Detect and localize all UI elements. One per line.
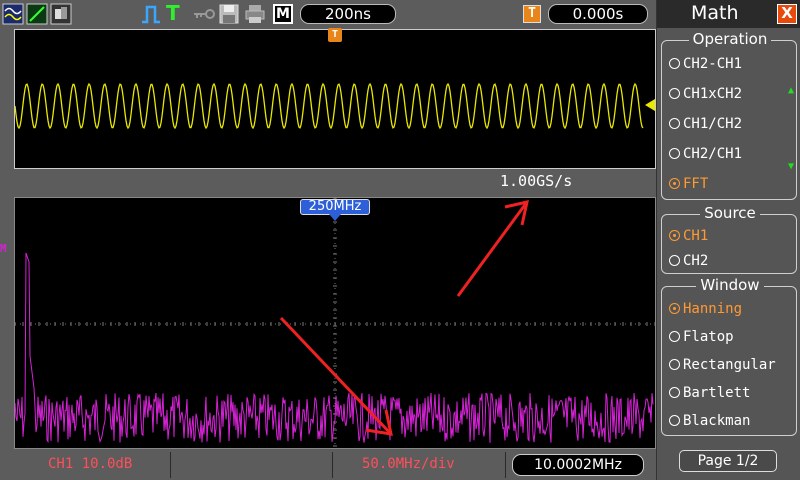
source-option-ch2[interactable]: CH2 bbox=[669, 253, 708, 269]
bottom-status-bar: CH1 10.0dB 50.0MHz/div 10.0002MHz bbox=[0, 450, 656, 480]
channel-scale-readout[interactable]: CH1 10.0dB bbox=[48, 456, 132, 472]
panel-header: Math X bbox=[657, 0, 800, 28]
operation-option-ch2-ch1[interactable]: CH2-CH1 bbox=[669, 56, 742, 72]
trigger-offset-readout[interactable]: 0.000s bbox=[548, 4, 648, 24]
acquire-mode-badge: M bbox=[273, 4, 293, 24]
trigger-position-icon: T bbox=[523, 5, 541, 23]
window-option-flatop[interactable]: Flatop bbox=[669, 329, 734, 345]
display-icon[interactable] bbox=[50, 3, 72, 25]
page-button[interactable]: Page 1/2 bbox=[679, 450, 777, 472]
waveform-menu-icon[interactable] bbox=[2, 3, 24, 25]
save-disk-icon[interactable] bbox=[218, 3, 240, 25]
source-group: Source CH1 CH2 bbox=[661, 204, 797, 274]
center-marker-icon bbox=[329, 214, 341, 221]
window-group-title: Window bbox=[696, 276, 764, 294]
trigger-t-icon: T bbox=[166, 1, 180, 25]
frequency-per-division-readout[interactable]: 50.0MHz/div bbox=[362, 456, 455, 472]
window-group: Window Hanning Flatop Rectangular Bartle… bbox=[661, 276, 797, 436]
ch1-level-marker[interactable] bbox=[645, 99, 655, 111]
window-option-hanning[interactable]: Hanning bbox=[669, 301, 742, 317]
panel-title: Math bbox=[691, 2, 739, 24]
fft-screen[interactable] bbox=[14, 197, 656, 449]
key-icon bbox=[194, 9, 215, 19]
timebase-readout[interactable]: 200ns bbox=[300, 4, 396, 24]
operation-option-ch1-div-ch2[interactable]: CH1/CH2 bbox=[669, 116, 742, 132]
fft-center-frequency-label[interactable]: 250MHz bbox=[300, 199, 370, 215]
operation-group-title: Operation bbox=[688, 30, 772, 48]
scroll-up-icon[interactable]: ▲ bbox=[788, 85, 794, 96]
window-option-blackman[interactable]: Blackman bbox=[669, 413, 750, 429]
window-option-bartlett[interactable]: Bartlett bbox=[669, 385, 750, 401]
operation-option-ch2-div-ch1[interactable]: CH2/CH1 bbox=[669, 146, 742, 162]
sample-rate-readout: 1.00GS/s bbox=[500, 172, 573, 190]
top-status-bar: T M 200ns T 0.000s bbox=[0, 0, 656, 28]
trigger-time-marker[interactable]: T bbox=[328, 28, 342, 42]
close-button[interactable]: X bbox=[777, 4, 797, 24]
pulse-trigger-icon bbox=[142, 5, 160, 24]
operation-option-ch1xch2[interactable]: CH1xCH2 bbox=[669, 86, 742, 102]
operation-option-fft[interactable]: FFT bbox=[669, 176, 708, 192]
source-group-title: Source bbox=[700, 204, 760, 222]
time-domain-screen[interactable] bbox=[14, 29, 656, 169]
window-option-rectangular[interactable]: Rectangular bbox=[669, 357, 776, 373]
frequency-counter-readout: 10.0002MHz bbox=[512, 454, 644, 476]
scroll-down-icon[interactable]: ▼ bbox=[788, 161, 794, 172]
source-option-ch1[interactable]: CH1 bbox=[669, 228, 708, 244]
math-menu-panel: Math X Operation CH2-CH1 CH1xCH2 CH1/CH2… bbox=[656, 0, 800, 480]
math-level-marker[interactable]: M bbox=[0, 242, 14, 256]
cursor-line-icon[interactable] bbox=[26, 3, 48, 25]
print-icon[interactable] bbox=[244, 3, 266, 25]
operation-group: Operation CH2-CH1 CH1xCH2 CH1/CH2 CH2/CH… bbox=[661, 30, 797, 200]
ch1-waveform-trace bbox=[15, 82, 644, 130]
